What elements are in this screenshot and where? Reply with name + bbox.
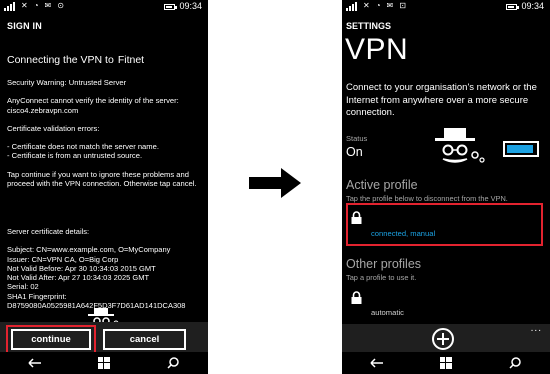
active-profile-hint: Tap the profile below to disconnect from…: [346, 194, 508, 203]
search-icon[interactable]: [163, 356, 183, 370]
more-options-button[interactable]: ...: [531, 324, 542, 334]
detail-line: Subject: CN=www.example.com, O=MyCompany: [7, 245, 171, 255]
errors-list: Certificate validation errors:: [7, 124, 203, 133]
active-profile-header: Active profile: [346, 178, 418, 192]
detail-line: Issuer: CN=VPN CA, O=Big Corp: [7, 254, 119, 264]
detail-line: Not Valid Before: Apr 30 10:34:03 2015 G…: [7, 263, 156, 273]
status-value: On: [346, 145, 363, 159]
errors-title: Certificate validation errors:: [7, 123, 100, 133]
windows-start-icon[interactable]: [436, 356, 456, 370]
details-title: Server certificate details:: [7, 227, 90, 236]
battery-icon: [506, 3, 520, 10]
status-bar: ✕ ◔ ✉ ⊙ 09:34: [0, 0, 208, 14]
connecting-line: Connecting the VPN to Fitnet: [7, 54, 144, 66]
clock: 09:34: [521, 1, 544, 11]
lock-icon[interactable]: [351, 291, 362, 304]
navigation-bar: [0, 352, 208, 374]
search-icon[interactable]: [505, 356, 525, 370]
active-profile-status: connected, manual: [371, 229, 436, 238]
error-item: - Certificate is from an untrusted sourc…: [7, 151, 143, 161]
spy-mascot-icon: [435, 128, 485, 163]
warning-title: Security Warning: Untrusted Server: [7, 78, 127, 87]
add-profile-button[interactable]: [432, 328, 454, 350]
status-label: Status: [346, 134, 368, 143]
network-icon: ✕: [363, 1, 370, 10]
vpn-toggle[interactable]: [503, 141, 539, 157]
status-bar: ✕ ◔ ✉ ⊡ 09:34: [342, 0, 550, 14]
vpn-description: Connect to your organisation's network o…: [346, 82, 537, 118]
signal-icon: [346, 1, 357, 11]
toggle-fill: [507, 145, 533, 153]
profile-name: Fitnet: [117, 54, 145, 66]
clock: 09:34: [179, 1, 202, 11]
network-icon: ✕: [21, 1, 28, 10]
vpn-icon: ⊡: [399, 1, 406, 10]
arrow-right-icon: [249, 168, 301, 198]
add-icon: [437, 333, 449, 345]
sign-in-screen: ✕ ◔ ✉ ⊙ 09:34 SIGN IN Connecting the VPN…: [0, 0, 208, 374]
page-title: SIGN IN: [7, 21, 42, 31]
section-label: SETTINGS: [346, 21, 392, 31]
detail-line: SHA1 Fingerprint:: [7, 291, 67, 301]
wifi-icon: ◔: [33, 1, 39, 10]
warning-text-line-1: AnyConnect cannot verify the identity of…: [7, 96, 179, 106]
tap-instructions: Tap continue if you want to ignore these…: [7, 169, 197, 189]
warning-text: AnyConnect cannot verify the identity of…: [7, 96, 203, 115]
highlight-box: [6, 325, 96, 354]
connecting-text: Connecting the VPN to: [7, 54, 114, 66]
detail-line: Serial: 02: [7, 282, 39, 292]
server-name: cisco4.zebravpn.com: [7, 105, 79, 115]
warning-body: Security Warning: Untrusted Server AnyCo…: [7, 78, 203, 197]
lock-icon: [351, 211, 362, 224]
wifi-icon: ◔: [375, 1, 381, 10]
error-item: - Certificate does not match the server …: [7, 142, 159, 152]
back-icon[interactable]: [367, 356, 387, 370]
vpn-settings-screen: ✕ ◔ ✉ ⊡ 09:34 SETTINGS VPN Connect to yo…: [342, 0, 550, 374]
other-profile-name[interactable]: automatic: [371, 308, 404, 317]
alarm-icon: ⊙: [57, 1, 64, 10]
page-title: VPN: [345, 33, 409, 66]
certificate-details: Server certificate details: Subject: CN=…: [7, 227, 185, 310]
notification-icon: ✉: [386, 1, 394, 10]
back-icon[interactable]: [25, 356, 45, 370]
other-profiles-hint: Tap a profile to use it.: [346, 273, 417, 282]
detail-line: Not Valid After: Apr 27 10:34:03 2025 GM…: [7, 273, 150, 283]
cancel-button[interactable]: cancel: [103, 329, 186, 350]
other-profiles-header: Other profiles: [346, 257, 422, 271]
active-profile-item[interactable]: [346, 203, 543, 246]
signal-icon: [4, 1, 15, 11]
windows-start-icon[interactable]: [94, 356, 114, 370]
battery-icon: [164, 3, 178, 10]
navigation-bar: [342, 352, 550, 374]
notification-icon: ✉: [44, 1, 52, 10]
